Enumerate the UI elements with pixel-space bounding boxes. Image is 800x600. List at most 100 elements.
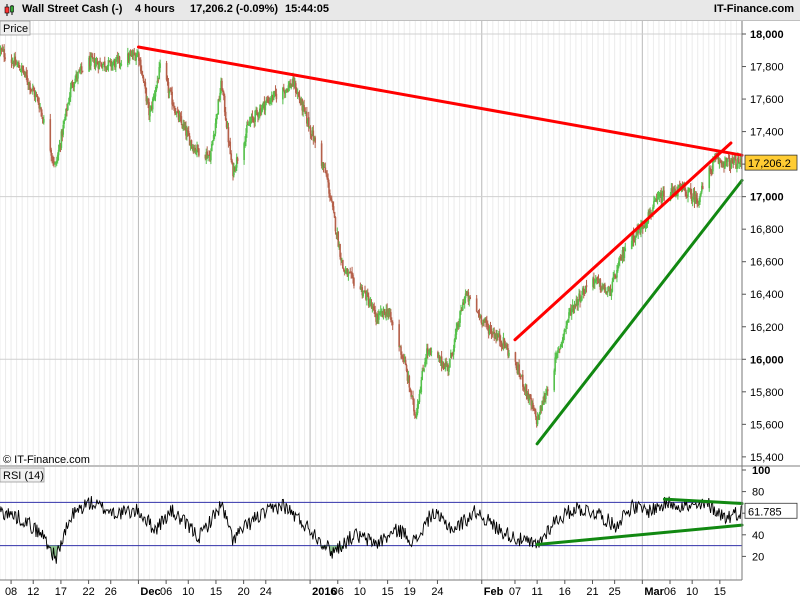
- rsi-panel: RSI (14): [0, 467, 744, 580]
- candle-body-up: [43, 119, 45, 123]
- trendline-rsi-support: [535, 523, 744, 547]
- chart-canvas[interactable]: Price © IT-Finance.com RSI (14) 15,400 15…: [0, 0, 800, 600]
- candle-body-down: [330, 199, 333, 202]
- price-tick-label: 15,400: [750, 452, 784, 464]
- price-tick-label: 17,000: [750, 192, 784, 204]
- x-axis[interactable]: 08 12 17 22 26 Dec 06 10 15 20 24 201606 10 15 19 24 Feb…: [5, 580, 726, 598]
- candle-body-down: [518, 364, 520, 374]
- candle-body-down: [81, 70, 84, 72]
- candle-body-down: [41, 112, 43, 117]
- candle-body-up: [67, 103, 69, 111]
- candle-body-up: [623, 252, 626, 258]
- x-tick-label: 06: [160, 586, 172, 598]
- candle-body-up: [90, 56, 92, 66]
- chart-window: Wall Street Cash (-) 4 hours 17,206.2 (-…: [0, 0, 800, 600]
- candle-body-down: [309, 127, 312, 135]
- x-tick-label: 26: [105, 586, 117, 598]
- x-tick-label: 10: [686, 586, 698, 598]
- candle-body-up: [217, 99, 220, 115]
- x-tick-label: 06: [332, 586, 344, 598]
- price-tick-label: 16,200: [750, 322, 784, 334]
- watermark: © IT-Finance.com: [3, 454, 90, 466]
- x-tick-label: 08: [5, 586, 17, 598]
- price-tick-label: 16,000: [750, 354, 784, 366]
- candle-body-up: [624, 248, 627, 252]
- candle-body-up: [726, 158, 729, 162]
- candle-body-down: [534, 410, 537, 417]
- price-y-axis[interactable]: 15,400 15,600 15,800 16,000 16,200 16,400 16,6…: [742, 29, 784, 464]
- candle-body-down: [663, 190, 665, 201]
- rsi-tick-label: 40: [752, 530, 764, 542]
- x-tick-label: 17: [55, 586, 67, 598]
- price-tick-label: 16,800: [750, 224, 784, 236]
- x-tick-label-major: Feb: [484, 586, 504, 598]
- price-panel: Price © IT-Finance.com: [0, 20, 744, 466]
- rsi-vertical-grid: [0, 467, 743, 580]
- price-tick-label: 17,800: [750, 62, 784, 74]
- candle-body-down: [236, 158, 239, 161]
- x-tick-label: 15: [210, 586, 222, 598]
- candle-body-down: [275, 93, 278, 100]
- candle-body-down: [118, 56, 121, 64]
- candle-body-down: [480, 315, 483, 323]
- candle-body-down: [353, 278, 355, 286]
- candle-body-up: [448, 367, 450, 372]
- x-tick-label: 10: [354, 586, 366, 598]
- x-tick-label-major: Dec: [140, 586, 160, 598]
- candle-body-up: [421, 370, 424, 381]
- x-tick-label: 16: [559, 586, 571, 598]
- x-tick-label: 15: [381, 586, 393, 598]
- candle-body-down: [180, 116, 183, 124]
- candle-body-up: [420, 380, 423, 393]
- rsi-panel-label: RSI (14): [3, 470, 44, 482]
- candle-body-up: [120, 64, 123, 66]
- candle-body-up: [423, 368, 425, 372]
- x-tick-label: 25: [609, 586, 621, 598]
- candle-body-down: [491, 334, 494, 336]
- candle-body-down: [514, 352, 517, 362]
- x-tick-label: 06: [664, 586, 676, 598]
- candle-body-down: [282, 87, 285, 91]
- x-tick-label: 20: [238, 586, 250, 598]
- candle-body-up: [159, 63, 161, 68]
- candle-body-down: [307, 117, 310, 128]
- x-tick-label: 19: [404, 586, 416, 598]
- candle-body-down: [157, 80, 160, 82]
- candle-body-down: [701, 186, 704, 190]
- candle-body-down: [142, 76, 145, 82]
- candle-body-up: [508, 352, 510, 356]
- candle-body-down: [4, 57, 6, 60]
- x-tick-label: 10: [182, 586, 194, 598]
- price-tick-label: 18,000: [750, 29, 784, 41]
- candle-body-up: [449, 358, 451, 368]
- candle-body-down: [227, 127, 230, 143]
- candle-body-down: [475, 298, 478, 312]
- candle-body-up: [77, 72, 79, 79]
- price-tick-label: 17,400: [750, 127, 784, 139]
- x-tick-label: 12: [27, 586, 39, 598]
- candle-body-down: [391, 321, 394, 326]
- candle-body-down: [558, 349, 561, 351]
- x-tick-label: 15: [714, 586, 726, 598]
- current-rsi-tag-text: 61.785: [748, 506, 782, 518]
- x-tick-label: 22: [82, 586, 94, 598]
- candle-body-down: [585, 285, 588, 288]
- price-tick-label: 16,400: [750, 289, 784, 301]
- candle-body-up: [611, 281, 614, 292]
- x-tick-label: 07: [509, 586, 521, 598]
- price-tick-label: 15,600: [750, 419, 784, 431]
- candle-body-down: [408, 376, 411, 388]
- rsi-tick-label: 20: [752, 551, 764, 563]
- candle-body-up: [581, 295, 583, 301]
- candle-body-up: [418, 393, 421, 402]
- candle-body-up: [210, 152, 212, 161]
- x-tick-label: 21: [586, 586, 598, 598]
- candle-body-down: [256, 109, 258, 113]
- candle-body-up: [430, 351, 433, 353]
- candle-body-down: [398, 324, 400, 347]
- candle-body-up: [246, 124, 248, 133]
- x-tick-label: 24: [431, 586, 443, 598]
- price-tick-label: 16,600: [750, 257, 784, 269]
- x-tick-label-major: Mar: [644, 586, 664, 598]
- rsi-tick-label: 80: [752, 487, 764, 499]
